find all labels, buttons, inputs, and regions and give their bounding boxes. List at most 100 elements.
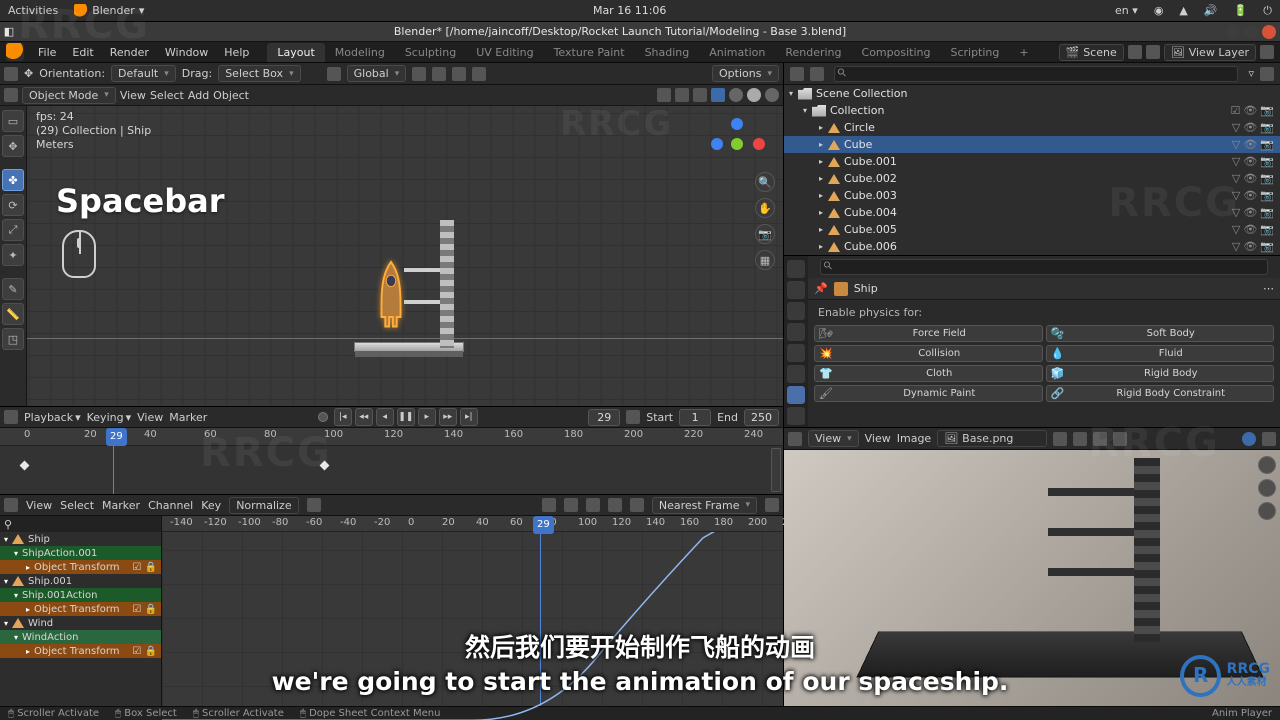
lang-indicator[interactable]: en ▾ <box>1115 4 1138 17</box>
jump-end-icon[interactable]: ▸| <box>460 408 478 426</box>
shading-solid-icon[interactable] <box>711 88 725 102</box>
eye-icon[interactable]: 👁 <box>1243 223 1257 236</box>
summary-collapse-icon[interactable] <box>771 448 781 492</box>
xray-icon[interactable] <box>693 88 707 102</box>
eye-icon[interactable]: 👁 <box>1243 206 1257 219</box>
prop-tab-render[interactable] <box>787 260 805 278</box>
ge-cursor-icon[interactable] <box>586 498 600 512</box>
outliner-search[interactable] <box>834 66 1238 82</box>
shading-rendered-icon[interactable] <box>765 88 779 102</box>
physics-button[interactable]: 🌬Force Field <box>814 325 1043 342</box>
prop-edit-icon[interactable] <box>472 67 486 81</box>
new-collection-icon[interactable] <box>1260 67 1274 81</box>
ge-snap-icon[interactable] <box>630 498 644 512</box>
panel-menu-icon[interactable]: ⋯ <box>1263 282 1274 295</box>
prop-tab-viewlayer[interactable] <box>787 302 805 320</box>
tool-annotate[interactable]: ✎ <box>2 278 24 300</box>
outliner-item[interactable]: ▸Cube▽👁📷 <box>784 136 1280 153</box>
image-browse-icon[interactable] <box>1053 432 1067 446</box>
editor-type-icon[interactable] <box>4 67 18 81</box>
drag-dropdown[interactable]: Select Box <box>218 65 300 82</box>
menu-help[interactable]: Help <box>216 46 257 59</box>
timeline-keying[interactable]: Keying ▾ <box>87 411 131 424</box>
outliner-mode-icon[interactable] <box>810 67 824 81</box>
next-key-icon[interactable]: ▸▸ <box>439 408 457 426</box>
screencast-icon[interactable]: ◉ <box>1154 4 1164 17</box>
normalize-auto-icon[interactable] <box>307 498 321 512</box>
physics-button[interactable]: 🔗Rigid Body Constraint <box>1046 385 1275 402</box>
overlay-toggle-icon[interactable] <box>675 88 689 102</box>
graph-channel-row[interactable]: ▾Ship.001Action <box>0 588 161 602</box>
image-new-icon[interactable] <box>1073 432 1087 446</box>
image-open-icon[interactable] <box>1093 432 1107 446</box>
tab-animation[interactable]: Animation <box>699 43 775 62</box>
timeline-editor-icon[interactable] <box>4 410 18 424</box>
image-info-icon[interactable] <box>1262 432 1276 446</box>
tab-compositing[interactable]: Compositing <box>852 43 941 62</box>
timeline-marker[interactable]: Marker <box>169 411 207 424</box>
render-icon[interactable]: 📷 <box>1260 138 1274 151</box>
tool-scale[interactable]: ⤢ <box>2 219 24 241</box>
tab-shading[interactable]: Shading <box>635 43 700 62</box>
outliner-item[interactable]: ▸Cube.001▽👁📷 <box>784 153 1280 170</box>
properties-search[interactable] <box>820 259 1268 275</box>
image-menu-view[interactable]: View <box>865 432 891 445</box>
scene-new-icon[interactable] <box>1146 45 1160 59</box>
current-frame-field[interactable]: 29 <box>588 409 620 426</box>
outliner-item[interactable]: ▸Cube.005▽👁📷 <box>784 221 1280 238</box>
graph-channel-row[interactable]: ▸Object Transform☑ 🔒 <box>0 560 161 574</box>
view3d-menu-add[interactable]: Add <box>188 89 209 102</box>
physics-button[interactable]: 🧊Rigid Body <box>1046 365 1275 382</box>
tab-add[interactable]: + <box>1009 43 1038 62</box>
scene-selector[interactable]: 🎬Scene <box>1059 44 1124 61</box>
power-icon[interactable]: ⏻ <box>1263 4 1272 18</box>
graph-editor-icon[interactable] <box>4 498 18 512</box>
graph-key[interactable]: Key <box>201 499 221 512</box>
pan-icon[interactable]: ✋ <box>755 198 775 218</box>
render-icon[interactable]: 📷 <box>1260 155 1274 168</box>
prop-tab-output[interactable] <box>787 281 805 299</box>
eye-icon[interactable]: 👁 <box>1243 155 1257 168</box>
menu-window[interactable]: Window <box>157 46 216 59</box>
rocket-mesh-selected[interactable] <box>372 260 410 338</box>
ge-handle-icon[interactable] <box>564 498 578 512</box>
outliner-tree[interactable]: ▾Scene Collection ▾Collection☑👁📷 ▸Circle… <box>784 85 1280 255</box>
timeline-view[interactable]: View <box>137 411 163 424</box>
pin-icon[interactable]: 📌 <box>814 282 828 295</box>
tool-addcube[interactable]: ◳ <box>2 328 24 350</box>
tool-select[interactable]: ▭ <box>2 110 24 132</box>
prop-tab-physics[interactable] <box>787 386 805 404</box>
physics-button[interactable]: 👕Cloth <box>814 365 1043 382</box>
image-menu-image[interactable]: Image <box>897 432 931 445</box>
ge-pivot-icon[interactable] <box>765 498 779 512</box>
physics-button[interactable]: 💥Collision <box>814 345 1043 362</box>
zoom-icon[interactable]: 🔍 <box>755 172 775 192</box>
graph-ruler[interactable]: -140-120-100-80-60-40-200204060801001201… <box>162 516 783 532</box>
tab-modeling[interactable]: Modeling <box>325 43 395 62</box>
keyframe-diamond[interactable] <box>20 461 30 471</box>
tool-move[interactable]: ✤ <box>2 169 24 191</box>
render-icon[interactable]: 📷 <box>1260 206 1274 219</box>
display-channels-icon[interactable] <box>1242 432 1256 446</box>
tree-collection[interactable]: ▾Collection☑👁📷 <box>784 102 1280 119</box>
render-icon[interactable]: 📷 <box>1260 121 1274 134</box>
outliner-editor-icon[interactable] <box>790 67 804 81</box>
tool-measure[interactable]: 📏 <box>2 303 24 325</box>
pause-icon[interactable]: ❚❚ <box>397 408 415 426</box>
network-icon[interactable]: ▲ <box>1179 4 1187 17</box>
shading-material-icon[interactable] <box>747 88 761 102</box>
image-editor-icon[interactable] <box>788 432 802 446</box>
timeline-playback[interactable]: Playback ▾ <box>24 411 81 424</box>
scene-browse-icon[interactable] <box>1128 45 1142 59</box>
outliner-item[interactable]: ▸Circle▽👁📷 <box>784 119 1280 136</box>
play-rev-icon[interactable]: ◂ <box>376 408 394 426</box>
volume-icon[interactable]: 🔊 <box>1204 4 1218 17</box>
jump-start-icon[interactable]: |◂ <box>334 408 352 426</box>
shading-wire-icon[interactable] <box>729 88 743 102</box>
tool-cursor[interactable]: ✥ <box>2 135 24 157</box>
cursor-icon[interactable]: ✥ <box>24 67 33 80</box>
snap-mode-icon[interactable] <box>452 67 466 81</box>
view3d-editor-icon[interactable] <box>4 88 18 102</box>
image-unlink-icon[interactable] <box>1113 432 1127 446</box>
global-dropdown[interactable]: Global <box>347 65 407 82</box>
